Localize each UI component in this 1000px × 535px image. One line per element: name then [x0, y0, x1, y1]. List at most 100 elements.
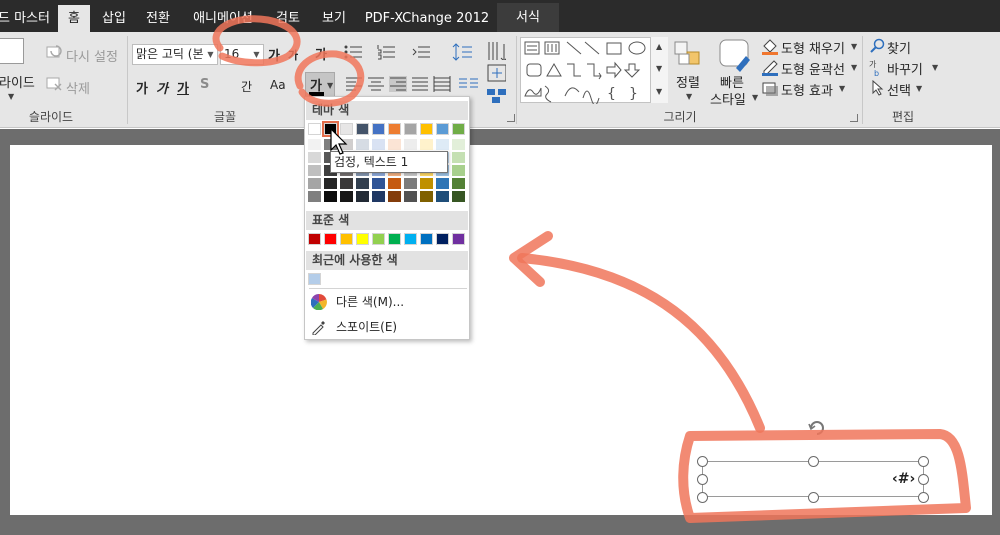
tab-animations[interactable]: 애니메이션	[186, 5, 260, 32]
tab-slide-master[interactable]: 드 마스터	[0, 5, 54, 32]
clear-formatting-button[interactable]: 가	[315, 44, 327, 63]
theme-shade-swatch[interactable]	[452, 165, 465, 176]
select-button[interactable]: 선택	[887, 80, 911, 99]
standard-color-swatch[interactable]	[404, 233, 417, 245]
standard-color-swatch[interactable]	[420, 233, 433, 245]
justify-icon[interactable]	[411, 76, 431, 96]
theme-shade-swatch[interactable]	[372, 178, 385, 189]
theme-shade-swatch[interactable]	[404, 191, 417, 202]
tab-format[interactable]: 서식	[497, 3, 559, 32]
theme-shade-swatch[interactable]	[356, 191, 369, 202]
chevron-down-icon[interactable]: ▼	[851, 42, 857, 51]
paint-bucket-icon[interactable]	[761, 38, 781, 58]
theme-shade-swatch[interactable]	[420, 139, 433, 150]
change-case-button[interactable]: Aa	[270, 78, 286, 92]
standard-color-swatch[interactable]	[324, 233, 337, 245]
align-text-icon[interactable]	[486, 64, 506, 84]
quick-styles-button-line2[interactable]: 스타일	[710, 89, 746, 108]
theme-shade-swatch[interactable]	[324, 191, 337, 202]
theme-color-swatch[interactable]	[420, 123, 433, 135]
eyedropper-item[interactable]: 스포이트(E)	[306, 315, 468, 339]
standard-color-swatch[interactable]	[356, 233, 369, 245]
layout-dropdown-icon[interactable]: ▼	[8, 92, 14, 101]
rotate-handle-icon[interactable]	[806, 416, 826, 436]
theme-shade-swatch[interactable]	[308, 178, 321, 189]
resize-handle[interactable]	[918, 456, 929, 467]
shape-outline-button[interactable]: 도형 윤곽선	[781, 59, 845, 78]
theme-color-swatch[interactable]	[340, 123, 353, 135]
text-direction-icon[interactable]	[486, 40, 506, 60]
theme-shade-swatch[interactable]	[404, 139, 417, 150]
theme-shade-swatch[interactable]	[420, 191, 433, 202]
resize-handle[interactable]	[808, 456, 819, 467]
theme-shade-swatch[interactable]	[388, 139, 401, 150]
chevron-down-icon[interactable]: ▼	[327, 81, 333, 90]
theme-color-swatch[interactable]	[356, 123, 369, 135]
resize-handle[interactable]	[697, 474, 708, 485]
chevron-down-icon[interactable]: ▼	[204, 45, 217, 64]
bullets-icon[interactable]	[344, 44, 364, 64]
theme-color-swatch[interactable]	[322, 121, 339, 137]
chevron-down-icon[interactable]: ▼	[839, 84, 845, 93]
theme-shade-swatch[interactable]	[308, 191, 321, 202]
theme-shade-swatch[interactable]	[436, 139, 449, 150]
arrange-button[interactable]: 정렬	[676, 72, 700, 91]
replace-icon[interactable]: 가b	[868, 59, 888, 79]
theme-shade-swatch[interactable]	[452, 191, 465, 202]
theme-color-swatch[interactable]	[388, 123, 401, 135]
align-right-icon[interactable]	[389, 76, 409, 96]
italic-button[interactable]: 가	[156, 78, 168, 97]
chevron-down-icon[interactable]: ▼	[250, 45, 263, 64]
standard-color-swatch[interactable]	[436, 233, 449, 245]
drawing-launcher-icon[interactable]	[850, 114, 858, 122]
tab-transitions[interactable]: 전환	[138, 5, 178, 32]
chevron-down-icon[interactable]: ▼	[851, 63, 857, 72]
theme-color-swatch[interactable]	[404, 123, 417, 135]
theme-shade-swatch[interactable]	[452, 152, 465, 163]
reset-icon[interactable]	[46, 44, 66, 64]
chevron-up-icon[interactable]: ▲	[656, 42, 662, 51]
new-slide-icon[interactable]	[0, 38, 24, 64]
align-left-icon[interactable]	[345, 76, 365, 96]
theme-color-swatch[interactable]	[436, 123, 449, 135]
theme-shade-swatch[interactable]	[356, 178, 369, 189]
theme-shade-swatch[interactable]	[436, 178, 449, 189]
theme-color-swatch[interactable]	[452, 123, 465, 135]
grow-font-button[interactable]: 가	[268, 45, 280, 64]
theme-shade-swatch[interactable]	[372, 139, 385, 150]
font-color-button[interactable]: 가 ▼	[305, 72, 335, 98]
align-center-icon[interactable]	[367, 76, 387, 96]
standard-color-swatch[interactable]	[388, 233, 401, 245]
indent-icon[interactable]	[412, 44, 432, 64]
theme-shade-swatch[interactable]	[420, 178, 433, 189]
tab-view[interactable]: 보기	[314, 5, 354, 32]
chevron-down-icon[interactable]: ▼	[656, 64, 662, 73]
reset-button[interactable]: 다시 설정	[66, 46, 118, 65]
theme-shade-swatch[interactable]	[340, 139, 353, 150]
shape-fill-button[interactable]: 도형 채우기	[781, 38, 845, 57]
char-spacing-button[interactable]: 간	[241, 78, 252, 95]
theme-shade-swatch[interactable]	[452, 178, 465, 189]
theme-shade-swatch[interactable]	[340, 191, 353, 202]
underline-button[interactable]: 가	[177, 78, 189, 97]
resize-handle[interactable]	[808, 492, 819, 503]
shapes-gallery[interactable]: { }	[520, 37, 668, 106]
delete-button[interactable]: 삭제	[66, 78, 90, 97]
shadow-button[interactable]: S	[200, 77, 209, 92]
theme-shade-swatch[interactable]	[324, 139, 337, 150]
layout-button[interactable]: 라이드	[0, 72, 35, 91]
font-size-combo[interactable]: 16 ▼	[220, 44, 264, 65]
tab-insert[interactable]: 삽입	[94, 5, 134, 32]
replace-button[interactable]: 바꾸기	[887, 59, 923, 78]
bold-button[interactable]: 가	[136, 78, 148, 97]
line-spacing-icon[interactable]	[452, 42, 472, 62]
resize-handle[interactable]	[918, 492, 929, 503]
chevron-down-icon[interactable]: ▼	[932, 63, 938, 72]
standard-color-swatch[interactable]	[452, 233, 465, 245]
theme-shade-swatch[interactable]	[436, 191, 449, 202]
theme-color-swatch[interactable]	[308, 123, 321, 135]
theme-shade-swatch[interactable]	[388, 191, 401, 202]
theme-color-swatch[interactable]	[372, 123, 385, 135]
theme-shade-swatch[interactable]	[308, 139, 321, 150]
theme-shade-swatch[interactable]	[404, 178, 417, 189]
